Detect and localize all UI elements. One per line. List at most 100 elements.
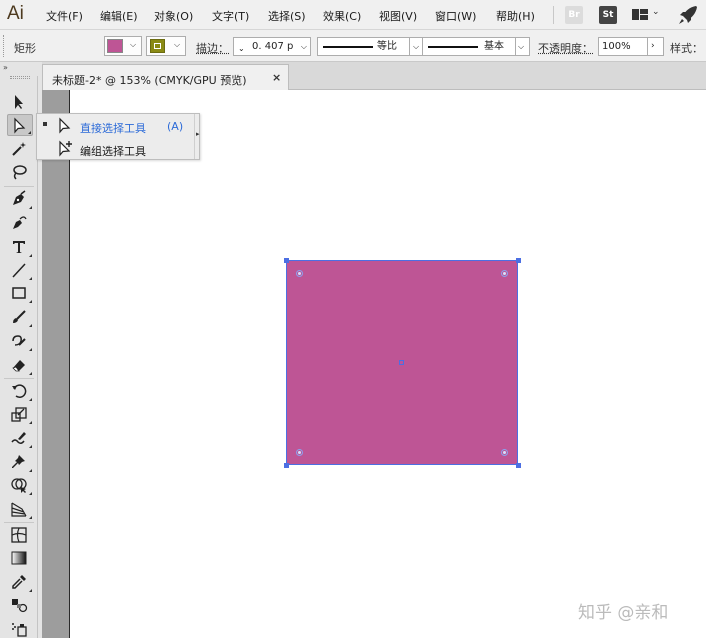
style-label: 样式：	[670, 42, 703, 55]
anchor-point[interactable]	[516, 258, 521, 263]
corner-radius-widget[interactable]	[296, 449, 303, 456]
opacity-flyout-button[interactable]: ›	[648, 37, 664, 56]
stepper-up-icon[interactable]: ⌃	[238, 38, 245, 43]
variable-width-profile-dropdown[interactable]: 等比	[317, 37, 410, 56]
paintbrush-icon	[13, 310, 26, 323]
profile-line-preview	[323, 46, 373, 48]
warp-tool[interactable]	[7, 427, 33, 449]
perspective-grid-tool[interactable]	[7, 498, 33, 520]
shaper-icon	[12, 335, 26, 346]
puppet-warp-tool[interactable]	[7, 451, 33, 473]
stepper-down-icon[interactable]: ⌄	[238, 45, 245, 53]
menu-window[interactable]: 窗口(W)	[435, 8, 476, 24]
pasteboard[interactable]	[42, 90, 70, 638]
anchor-point[interactable]	[284, 463, 289, 468]
fill-swatch-dropdown[interactable]: ⌵	[104, 36, 142, 56]
menu-file[interactable]: 文件(F)	[46, 8, 83, 24]
chevron-right-icon: ›	[651, 41, 655, 51]
workspace-switcher-icon[interactable]: ⌄	[632, 7, 662, 23]
selection-tool[interactable]	[7, 91, 33, 113]
eyedropper-icon	[12, 575, 26, 589]
magic-wand-tool[interactable]	[7, 138, 33, 160]
rocket-icon[interactable]	[677, 4, 699, 26]
anchor-point[interactable]	[516, 463, 521, 468]
menu-effect[interactable]: 效果(C)	[323, 8, 361, 24]
scale-tool[interactable]	[7, 403, 33, 425]
mesh-icon	[11, 527, 27, 543]
brush-label: 基本	[484, 41, 504, 52]
bridge-button[interactable]: Br	[565, 6, 583, 24]
selection-arrow-icon	[15, 95, 23, 109]
menu-object[interactable]: 对象(O)	[154, 8, 193, 24]
menu-bar: Ai 文件(F) 编辑(E) 对象(O) 文字(T) 选择(S) 效果(C) 视…	[0, 0, 706, 30]
opacity-field[interactable]: 100%	[598, 37, 648, 56]
pushpin-icon	[12, 455, 25, 468]
rectangle-icon	[12, 287, 26, 299]
panel-collapse-icon[interactable]: »	[3, 63, 8, 72]
stroke-weight-value: 0. 407 p	[252, 41, 294, 52]
corner-radius-widget[interactable]	[501, 270, 508, 277]
control-bar-grip[interactable]	[3, 35, 6, 57]
flyout-item-group-selection[interactable]: 编组选择工具	[37, 138, 193, 160]
app-logo: Ai	[7, 3, 24, 24]
eraser-tool[interactable]	[7, 354, 33, 376]
type-t-icon	[13, 241, 25, 253]
document-tab[interactable]: 未标题-2* @ 153% (CMYK/GPU 预览) ×	[42, 64, 289, 90]
type-tool[interactable]	[7, 236, 33, 258]
lasso-icon	[13, 165, 27, 180]
document-tab-bar: 未标题-2* @ 153% (CMYK/GPU 预览) ×	[42, 62, 706, 90]
tools-panel-grip[interactable]	[10, 76, 30, 79]
brush-dropdown-arrow[interactable]: ⌵	[516, 37, 530, 56]
rotate-tool[interactable]	[7, 380, 33, 402]
shape-builder-tool[interactable]	[7, 474, 33, 496]
stroke-swatch-dropdown[interactable]: ⌵	[146, 36, 186, 56]
mesh-tool[interactable]	[7, 524, 33, 546]
direct-selection-tool[interactable]	[7, 114, 33, 136]
paintbrush-tool[interactable]	[7, 306, 33, 328]
tearoff-arrow-icon: ▸	[196, 130, 200, 138]
chevron-down-icon[interactable]: ⌵	[301, 38, 307, 55]
line-segment-tool[interactable]	[7, 259, 33, 281]
perspective-grid-icon	[11, 502, 27, 517]
tools-panel-header[interactable]: »	[0, 62, 38, 76]
chevron-down-icon: ⌵	[518, 42, 525, 51]
corner-radius-widget[interactable]	[501, 449, 508, 456]
menu-edit[interactable]: 编辑(E)	[100, 8, 138, 24]
menu-help[interactable]: 帮助(H)	[496, 8, 535, 24]
shape-builder-icon	[11, 478, 27, 493]
artboard-edge	[69, 90, 70, 638]
selection-tools-flyout: 直接选择工具 (A) 编组选择工具 ▸	[36, 113, 200, 160]
flyout-tearoff[interactable]: ▸	[194, 114, 201, 159]
opacity-label[interactable]: 不透明度：	[538, 40, 593, 56]
direct-selection-arrow-icon	[14, 117, 26, 134]
corner-radius-widget[interactable]	[296, 270, 303, 277]
eyedropper-tool[interactable]	[7, 571, 33, 593]
menu-type[interactable]: 文字(T)	[212, 8, 249, 24]
blend-tool[interactable]	[7, 594, 33, 616]
shaper-tool[interactable]	[7, 330, 33, 352]
scale-icon	[11, 407, 27, 422]
pen-tool[interactable]	[7, 188, 33, 210]
stock-button[interactable]: St	[599, 6, 617, 24]
fill-swatch	[107, 39, 123, 53]
close-icon[interactable]: ×	[272, 71, 281, 84]
rotate-icon	[12, 384, 27, 398]
brush-definition-dropdown[interactable]: 基本	[422, 37, 516, 56]
rectangle-tool[interactable]	[7, 282, 33, 304]
symbol-sprayer-icon	[12, 623, 27, 637]
chevron-down-icon: ⌵	[174, 40, 181, 49]
gradient-tool[interactable]	[7, 547, 33, 569]
menu-select[interactable]: 选择(S)	[268, 8, 306, 24]
stroke-weight-field[interactable]: ⌃ ⌄ 0. 407 p ⌵	[233, 37, 311, 56]
anchor-point[interactable]	[284, 258, 289, 263]
selected-bullet-icon	[43, 122, 47, 126]
curvature-tool[interactable]	[7, 212, 33, 234]
center-point[interactable]	[399, 360, 404, 365]
pen-icon	[13, 190, 26, 205]
menu-view[interactable]: 视图(V)	[379, 8, 417, 24]
lasso-tool[interactable]	[7, 161, 33, 183]
stroke-label[interactable]: 描边：	[196, 40, 229, 56]
chevron-down-icon: ⌵	[413, 42, 420, 51]
symbol-sprayer-tool[interactable]	[7, 618, 33, 638]
flyout-item-direct-selection[interactable]: 直接选择工具 (A)	[37, 115, 193, 137]
